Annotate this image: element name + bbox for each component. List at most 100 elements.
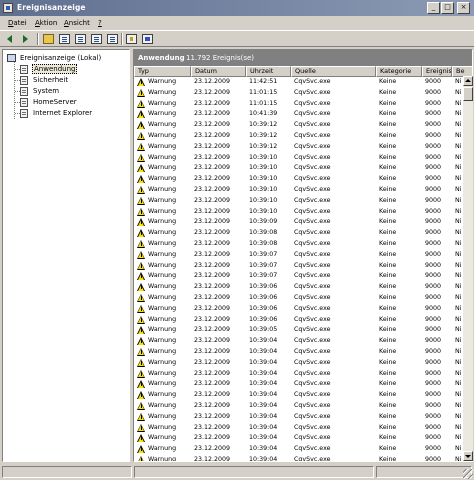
folder-up-icon[interactable]	[43, 34, 54, 44]
table-row[interactable]: Warnung 23.12.2009 10:41:39 CqvSvc.exe Keine…	[134, 109, 472, 120]
cell-quelle: CqvSvc.exe	[294, 272, 331, 280]
cell-ereignis: 9000	[425, 175, 442, 183]
table-row[interactable]: Warnung 23.12.2009 10:39:04 CqvSvc.exe Keine…	[134, 369, 472, 380]
cell-kategorie: Keine	[379, 391, 397, 399]
tree-item-sicherheit[interactable]: Sicherheit	[20, 75, 69, 85]
table-row[interactable]: Warnung 23.12.2009 10:39:12 CqvSvc.exe Keine…	[134, 120, 472, 131]
resize-grip[interactable]	[463, 469, 473, 479]
table-row[interactable]: Warnung 23.12.2009 10:39:10 CqvSvc.exe Keine…	[134, 163, 472, 174]
table-row[interactable]: Warnung 23.12.2009 10:39:06 CqvSvc.exe Keine…	[134, 293, 472, 304]
minimize-button[interactable]: _	[427, 2, 440, 14]
table-row[interactable]: Warnung 23.12.2009 10:39:06 CqvSvc.exe Keine…	[134, 304, 472, 315]
properties-icon[interactable]	[126, 34, 137, 44]
table-row[interactable]: Warnung 23.12.2009 10:39:07 CqvSvc.exe Keine…	[134, 250, 472, 261]
table-row[interactable]: Warnung 23.12.2009 10:39:04 CqvSvc.exe Keine…	[134, 444, 472, 455]
cell-benutzer: Ni	[455, 153, 462, 161]
table-row[interactable]: Warnung 23.12.2009 10:39:07 CqvSvc.exe Keine…	[134, 271, 472, 282]
tree-root-label: Ereignisanzeige (Lokal)	[20, 54, 102, 62]
show-tree-icon[interactable]	[59, 34, 70, 44]
scroll-up-button[interactable]	[463, 76, 473, 86]
table-row[interactable]: Warnung 23.12.2009 10:39:04 CqvSvc.exe Keine…	[134, 379, 472, 390]
cell-ereignis: 9000	[425, 196, 442, 204]
cell-uhrzeit: 10:39:04	[249, 347, 278, 355]
table-row[interactable]: Warnung 23.12.2009 10:39:04 CqvSvc.exe Keine…	[134, 412, 472, 423]
menu-ansicht[interactable]: Ansicht	[64, 19, 90, 27]
warning-mark	[141, 177, 142, 182]
warning-icon	[137, 131, 146, 140]
table-row[interactable]: Warnung 23.12.2009 10:39:04 CqvSvc.exe Keine…	[134, 347, 472, 358]
table-row[interactable]: Warnung 23.12.2009 10:39:12 CqvSvc.exe Keine…	[134, 142, 472, 153]
cell-kategorie: Keine	[379, 88, 397, 96]
scroll-down-button[interactable]	[463, 451, 473, 461]
table-row[interactable]: Warnung 23.12.2009 10:39:04 CqvSvc.exe Keine…	[134, 455, 472, 462]
table-row[interactable]: Warnung 23.12.2009 10:39:10 CqvSvc.exe Keine…	[134, 185, 472, 196]
warning-icon	[137, 380, 146, 389]
table-row[interactable]: Warnung 23.12.2009 10:39:06 CqvSvc.exe Keine…	[134, 315, 472, 326]
log-name: Anwendung	[138, 54, 185, 62]
cell-kategorie: Keine	[379, 185, 397, 193]
cell-benutzer: Ni	[455, 293, 462, 301]
print-icon[interactable]	[91, 34, 102, 44]
forward-icon[interactable]	[21, 34, 32, 44]
cell-datum: 23.12.2009	[194, 272, 231, 280]
vertical-scrollbar[interactable]	[463, 76, 473, 461]
table-row[interactable]: Warnung 23.12.2009 10:39:10 CqvSvc.exe Keine…	[134, 174, 472, 185]
table-row[interactable]: Warnung 23.12.2009 10:39:04 CqvSvc.exe Keine…	[134, 358, 472, 369]
cell-typ: Warnung	[148, 272, 177, 280]
refresh-icon[interactable]	[107, 34, 118, 44]
log-icon	[20, 86, 28, 96]
table-row[interactable]: Warnung 23.12.2009 10:39:10 CqvSvc.exe Keine…	[134, 196, 472, 207]
warning-mark	[141, 241, 142, 246]
cell-ereignis: 9000	[425, 99, 442, 107]
table-row[interactable]: Warnung 23.12.2009 10:39:10 CqvSvc.exe Keine…	[134, 207, 472, 218]
column-header-typ[interactable]: Typ	[134, 66, 191, 77]
cell-uhrzeit: 10:39:04	[249, 391, 278, 399]
menu-datei[interactable]: Datei	[8, 19, 27, 27]
table-row[interactable]: Warnung 23.12.2009 10:39:04 CqvSvc.exe Keine…	[134, 401, 472, 412]
cell-quelle: CqvSvc.exe	[294, 337, 331, 345]
cell-benutzer: Ni	[455, 88, 462, 96]
table-row[interactable]: Warnung 23.12.2009 10:39:04 CqvSvc.exe Keine…	[134, 423, 472, 434]
scroll-thumb[interactable]	[463, 87, 473, 101]
cell-ereignis: 9000	[425, 293, 442, 301]
table-row[interactable]: Warnung 23.12.2009 10:39:06 CqvSvc.exe Keine…	[134, 282, 472, 293]
column-header-ereignis[interactable]: Ereignis	[422, 66, 452, 77]
tree-item-label: Sicherheit	[33, 76, 69, 84]
table-row[interactable]: Warnung 23.12.2009 10:39:04 CqvSvc.exe Keine…	[134, 390, 472, 401]
table-row[interactable]: Warnung 23.12.2009 11:01:15 CqvSvc.exe Keine…	[134, 88, 472, 99]
cell-typ: Warnung	[148, 250, 177, 258]
table-row[interactable]: Warnung 23.12.2009 10:39:12 CqvSvc.exe Keine…	[134, 131, 472, 142]
tree-item-internet-explorer[interactable]: Internet Explorer	[20, 108, 93, 118]
warning-icon	[137, 445, 146, 454]
tree-item-homeserver[interactable]: HomeServer	[20, 97, 78, 107]
menu-help[interactable]: ?	[98, 19, 102, 27]
cell-benutzer: Ni	[455, 347, 462, 355]
column-header-uhrzeit[interactable]: Uhrzeit	[246, 66, 291, 77]
tree-item-anwendung[interactable]: Anwendung	[20, 64, 78, 74]
cell-typ: Warnung	[148, 131, 177, 139]
table-row[interactable]: Warnung 23.12.2009 10:39:07 CqvSvc.exe Keine…	[134, 261, 472, 272]
table-row[interactable]: Warnung 23.12.2009 10:39:04 CqvSvc.exe Keine…	[134, 433, 472, 444]
export-list-icon[interactable]	[75, 34, 86, 44]
table-row[interactable]: Warnung 23.12.2009 11:01:15 CqvSvc.exe Keine…	[134, 99, 472, 110]
help-icon[interactable]	[142, 34, 153, 44]
cell-benutzer: Ni	[455, 401, 462, 409]
column-header-kategorie[interactable]: Kategorie	[376, 66, 422, 77]
back-icon[interactable]	[6, 34, 17, 44]
cell-benutzer: Ni	[455, 110, 462, 118]
table-row[interactable]: Warnung 23.12.2009 10:39:08 CqvSvc.exe Keine…	[134, 228, 472, 239]
warning-icon	[137, 88, 146, 97]
table-row[interactable]: Warnung 23.12.2009 11:42:51 CqvSvc.exe Keine…	[134, 77, 472, 88]
column-header-quelle[interactable]: Quelle	[291, 66, 376, 77]
table-row[interactable]: Warnung 23.12.2009 10:39:10 CqvSvc.exe Keine…	[134, 153, 472, 164]
close-button[interactable]: ×	[457, 2, 470, 14]
table-row[interactable]: Warnung 23.12.2009 10:39:08 CqvSvc.exe Keine…	[134, 239, 472, 250]
maximize-button[interactable]: □	[441, 2, 454, 14]
table-row[interactable]: Warnung 23.12.2009 10:39:05 CqvSvc.exe Keine…	[134, 325, 472, 336]
tree-item-system[interactable]: System	[20, 86, 60, 96]
cell-quelle: CqvSvc.exe	[294, 455, 331, 462]
menu-aktion[interactable]: Aktion	[35, 19, 57, 27]
table-row[interactable]: Warnung 23.12.2009 10:39:04 CqvSvc.exe Keine…	[134, 336, 472, 347]
column-header-datum[interactable]: Datum	[191, 66, 246, 77]
table-row[interactable]: Warnung 23.12.2009 10:39:09 CqvSvc.exe Keine…	[134, 217, 472, 228]
